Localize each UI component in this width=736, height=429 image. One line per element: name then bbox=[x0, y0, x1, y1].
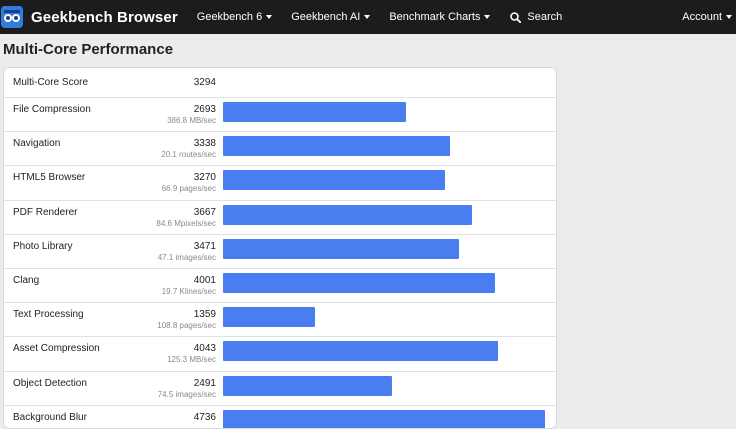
top-navbar: Geekbench Browser Geekbench 6 Geekbench … bbox=[0, 0, 736, 34]
benchmark-row: Asset Compression 4043 125.3 MB/sec bbox=[4, 337, 556, 372]
benchmark-score: 4736 bbox=[193, 411, 216, 423]
benchmark-score: 2693 bbox=[193, 104, 216, 115]
page-title: Multi-Core Performance bbox=[3, 41, 174, 58]
benchmark-row: Clang 4001 19.7 Klines/sec bbox=[4, 269, 556, 304]
brand-link[interactable]: Geekbench Browser bbox=[0, 6, 178, 28]
nav-geekbench-6[interactable]: Geekbench 6 bbox=[196, 11, 273, 23]
benchmark-row: File Compression 2693 386.8 MB/sec bbox=[4, 98, 556, 133]
nav-label: Benchmark Charts bbox=[389, 11, 481, 23]
benchmark-bar bbox=[223, 375, 392, 396]
benchmark-row: PDF Renderer 3667 84.6 Mpixels/sec bbox=[4, 201, 556, 235]
benchmark-score: 1359 bbox=[193, 309, 216, 321]
benchmark-rate: 108.8 pages/sec bbox=[157, 321, 216, 331]
benchmark-row: Photo Library 3471 47.1 images/sec bbox=[4, 235, 556, 269]
benchmark-name: HTML5 Browser bbox=[13, 172, 86, 184]
benchmark-bar bbox=[223, 204, 472, 225]
caret-down-icon bbox=[364, 15, 371, 19]
benchmark-bar bbox=[223, 170, 445, 191]
benchmark-rate: 47.1 images/sec bbox=[157, 252, 216, 262]
benchmark-rate: 20.1 routes/sec bbox=[161, 150, 216, 160]
benchmark-row: HTML5 Browser 3270 66.9 pages/sec bbox=[4, 166, 556, 201]
benchmark-score: 4043 bbox=[193, 343, 216, 355]
summary-row: Multi-Core Score 3294 bbox=[4, 68, 556, 98]
geekbench-logo-icon bbox=[1, 6, 23, 28]
benchmark-score: 3338 bbox=[193, 138, 216, 150]
benchmark-score: 4001 bbox=[193, 275, 216, 286]
benchmark-bar bbox=[223, 307, 315, 328]
benchmark-name: Photo Library bbox=[13, 240, 73, 252]
benchmark-score: 3667 bbox=[193, 206, 216, 218]
brand-name: Geekbench Browser bbox=[31, 8, 178, 26]
benchmark-name: Object Detection bbox=[13, 377, 87, 389]
benchmark-bar bbox=[223, 102, 406, 122]
benchmark-name: File Compression bbox=[13, 104, 91, 115]
search-icon bbox=[510, 11, 522, 23]
benchmark-bar bbox=[223, 341, 498, 362]
account-menu[interactable]: Account bbox=[682, 11, 732, 23]
summary-score: 3294 bbox=[193, 77, 216, 88]
caret-down-icon bbox=[266, 15, 273, 19]
search-button[interactable]: Search bbox=[510, 11, 562, 23]
benchmark-rate: 74.5 images/sec bbox=[157, 389, 216, 399]
benchmark-score: 2491 bbox=[193, 377, 216, 389]
benchmark-score: 3471 bbox=[193, 240, 216, 252]
account-label: Account bbox=[682, 11, 722, 23]
benchmark-score: 3270 bbox=[193, 172, 216, 184]
search-label: Search bbox=[527, 11, 563, 23]
benchmark-name: Clang bbox=[13, 275, 40, 286]
benchmark-name: Navigation bbox=[13, 138, 61, 150]
benchmark-row: Text Processing 1359 108.8 pages/sec bbox=[4, 303, 556, 338]
caret-down-icon bbox=[726, 15, 732, 19]
benchmark-name: Text Processing bbox=[13, 309, 84, 321]
summary-label: Multi-Core Score bbox=[13, 77, 89, 88]
nav-label: Geekbench 6 bbox=[196, 11, 263, 23]
performance-card: Multi-Core Score 3294 File Compression 26… bbox=[3, 67, 557, 429]
benchmark-name: PDF Renderer bbox=[13, 206, 78, 218]
caret-down-icon bbox=[484, 15, 491, 19]
benchmark-bar bbox=[223, 273, 495, 293]
benchmark-rate: 125.3 MB/sec bbox=[167, 355, 216, 365]
nav-benchmark-charts[interactable]: Benchmark Charts bbox=[389, 11, 491, 23]
benchmark-bar bbox=[223, 238, 459, 259]
benchmark-name: Background Blur bbox=[13, 411, 87, 423]
benchmark-rate: 66.9 pages/sec bbox=[161, 184, 216, 194]
benchmark-rate: 386.8 MB/sec bbox=[167, 116, 216, 125]
benchmark-rate: 19.7 Klines/sec bbox=[161, 287, 216, 296]
nav-geekbench-ai[interactable]: Geekbench AI bbox=[291, 11, 371, 23]
benchmark-row: Object Detection 2491 74.5 images/sec bbox=[4, 372, 556, 406]
nav-label: Geekbench AI bbox=[291, 11, 361, 23]
benchmark-rate: 84.6 Mpixels/sec bbox=[156, 218, 216, 228]
benchmark-bar bbox=[223, 409, 545, 428]
benchmark-row: Background Blur 4736 bbox=[4, 406, 556, 428]
benchmark-name: Asset Compression bbox=[13, 343, 100, 355]
benchmark-bar bbox=[223, 136, 450, 157]
benchmark-row: Navigation 3338 20.1 routes/sec bbox=[4, 132, 556, 167]
